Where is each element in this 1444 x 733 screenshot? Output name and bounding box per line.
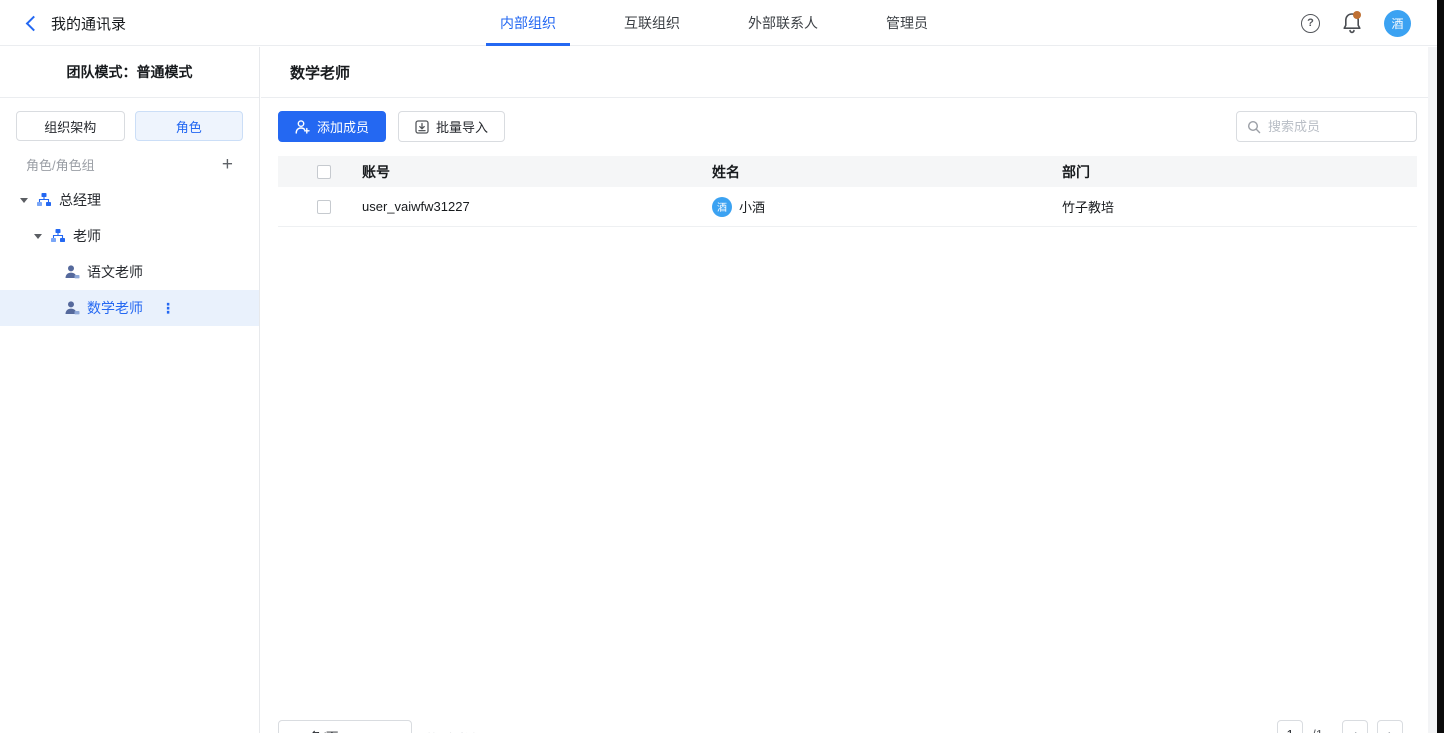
org-structure-button[interactable]: 组织架构 <box>16 111 125 141</box>
topbar-actions: ? 酒 <box>1301 0 1411 46</box>
toolbar: 添加成员 批量导入 <box>261 98 1428 156</box>
import-icon <box>415 120 429 134</box>
page-title: 我的通讯录 <box>51 13 126 34</box>
members-table: 账号 姓名 部门 user_vaiwfw31227 酒 小酒 竹子教培 <box>278 156 1417 227</box>
search-input[interactable] <box>1268 119 1406 134</box>
tab-internal-org[interactable]: 内部组织 <box>486 0 570 46</box>
team-mode-label: 团队模式：普通模式 <box>0 47 259 98</box>
notification-bell-icon[interactable] <box>1342 12 1362 34</box>
page-size-value: 30 条/页 <box>291 727 339 733</box>
person-add-icon <box>295 120 310 134</box>
member-search <box>1236 111 1417 142</box>
pager: 1 /1 ‹ › <box>1277 720 1403 733</box>
content-title: 数学老师 <box>290 62 350 83</box>
org-hierarchy-icon <box>50 228 66 244</box>
batch-import-label: 批量导入 <box>436 117 488 136</box>
select-all-checkbox[interactable] <box>317 165 331 179</box>
current-page-box[interactable]: 1 <box>1277 720 1303 733</box>
tree-item-label: 数学老师 <box>87 298 143 318</box>
org-hierarchy-icon <box>36 192 52 208</box>
help-icon[interactable]: ? <box>1301 14 1320 33</box>
user-avatar[interactable]: 酒 <box>1384 10 1411 37</box>
table-header: 账号 姓名 部门 <box>278 156 1417 187</box>
screen-edge-strip <box>1437 0 1444 733</box>
tab-external-contacts[interactable]: 外部联系人 <box>734 0 832 46</box>
chevron-down-icon: ∨ <box>389 730 400 733</box>
content-header: 数学老师 <box>261 47 1428 98</box>
tab-connected-org[interactable]: 互联组织 <box>610 0 694 46</box>
caret-down-icon[interactable] <box>20 198 28 203</box>
add-role-icon[interactable]: + <box>222 155 233 174</box>
add-member-button[interactable]: 添加成员 <box>278 111 386 142</box>
role-person-icon <box>64 300 80 316</box>
total-pages-label: /1 <box>1312 727 1323 733</box>
tab-admin[interactable]: 管理员 <box>872 0 942 46</box>
tree-item-math-teacher[interactable]: 数学老师 ⋮ <box>0 290 259 326</box>
back-button[interactable]: 我的通讯录 <box>28 0 126 46</box>
cell-name: 酒 小酒 <box>712 197 1062 217</box>
role-group-label: 角色/角色组 <box>26 155 95 174</box>
main-panel: 数学老师 添加成员 批量导 <box>261 47 1428 733</box>
more-options-icon[interactable]: ⋮ <box>161 300 175 317</box>
back-chevron-icon <box>26 16 42 32</box>
sidebar: 团队模式：普通模式 组织架构 角色 角色/角色组 + 总经理 <box>0 47 260 733</box>
total-count-label: 共1条数据 <box>425 729 484 733</box>
caret-down-icon[interactable] <box>34 234 42 239</box>
batch-import-button[interactable]: 批量导入 <box>398 111 505 142</box>
row-checkbox[interactable] <box>317 200 331 214</box>
column-header-name: 姓名 <box>712 162 1062 182</box>
table-row[interactable]: user_vaiwfw31227 酒 小酒 竹子教培 <box>278 187 1417 227</box>
top-bar: 我的通讯录 内部组织 互联组织 外部联系人 管理员 ? 酒 <box>0 0 1437 46</box>
add-member-label: 添加成员 <box>317 117 369 136</box>
tree-item-label: 总经理 <box>59 190 101 210</box>
top-tabs: 内部组织 互联组织 外部联系人 管理员 <box>486 0 942 46</box>
member-name: 小酒 <box>739 197 765 216</box>
tree-item-label: 语文老师 <box>87 262 143 282</box>
scrollbar-track[interactable] <box>1428 47 1437 733</box>
pagination: 30 条/页 ∨ 共1条数据 1 /1 ‹ › <box>261 720 1428 733</box>
prev-page-button[interactable]: ‹ <box>1342 720 1368 733</box>
next-page-button[interactable]: › <box>1377 720 1403 733</box>
view-toggle: 组织架构 角色 <box>0 98 259 141</box>
role-tree: 总经理 老师 语文老师 <box>0 182 259 326</box>
tree-item-label: 老师 <box>73 226 101 246</box>
column-header-department: 部门 <box>1062 162 1417 182</box>
member-avatar: 酒 <box>712 197 732 217</box>
tree-item-general-manager[interactable]: 总经理 <box>0 182 259 218</box>
page-size-select[interactable]: 30 条/页 ∨ <box>278 720 412 733</box>
cell-account: user_vaiwfw31227 <box>362 199 712 214</box>
tree-item-chinese-teacher[interactable]: 语文老师 <box>0 254 259 290</box>
tree-item-teachers[interactable]: 老师 <box>0 218 259 254</box>
page: 我的通讯录 内部组织 互联组织 外部联系人 管理员 ? 酒 团队模式：普通模式 … <box>0 0 1444 733</box>
column-header-account: 账号 <box>362 162 712 182</box>
search-icon <box>1247 120 1261 134</box>
role-button[interactable]: 角色 <box>135 111 244 141</box>
cell-department: 竹子教培 <box>1062 197 1417 216</box>
role-person-icon <box>64 264 80 280</box>
role-group-row: 角色/角色组 + <box>0 141 259 180</box>
notification-dot <box>1353 11 1361 19</box>
